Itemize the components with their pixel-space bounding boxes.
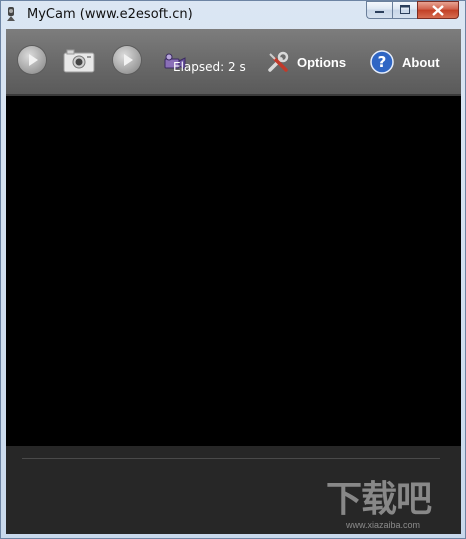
watermark-logo: 下载吧 <box>326 479 432 520</box>
minimize-button[interactable] <box>366 1 392 19</box>
app-icon <box>7 7 15 21</box>
camera-icon[interactable] <box>63 49 95 73</box>
toolbar: Elapsed: 2 s Options ? About <box>6 29 461 96</box>
about-label: About <box>402 54 440 70</box>
record-button[interactable] <box>113 46 141 74</box>
maximize-button[interactable] <box>392 1 417 19</box>
title-bar[interactable]: MyCam (www.e2esoft.cn) <box>1 1 465 27</box>
maximize-icon <box>399 5 410 14</box>
options-label: Options <box>297 54 347 70</box>
tools-icon <box>268 51 289 72</box>
about-button[interactable]: ? About <box>370 49 440 75</box>
record-icon <box>124 54 133 66</box>
play-button[interactable] <box>18 46 46 74</box>
app-client-area: Elapsed: 2 s Options ? About <box>6 29 461 534</box>
play-icon <box>29 54 38 66</box>
divider <box>22 458 440 459</box>
minimize-icon <box>374 11 384 13</box>
help-icon: ? <box>370 50 394 74</box>
close-icon <box>432 4 444 16</box>
options-button[interactable]: Options <box>267 49 346 75</box>
window-controls <box>366 1 459 20</box>
window-title: MyCam (www.e2esoft.cn) <box>27 7 193 22</box>
elapsed-time: Elapsed: 2 s <box>173 60 246 74</box>
svg-text:?: ? <box>378 53 387 71</box>
close-button[interactable] <box>417 1 459 19</box>
app-window: MyCam (www.e2esoft.cn) Elapsed: 2 s Opti… <box>0 0 466 539</box>
video-preview-area <box>6 96 461 446</box>
watermark-url: www.xiazaiba.com <box>346 520 421 530</box>
